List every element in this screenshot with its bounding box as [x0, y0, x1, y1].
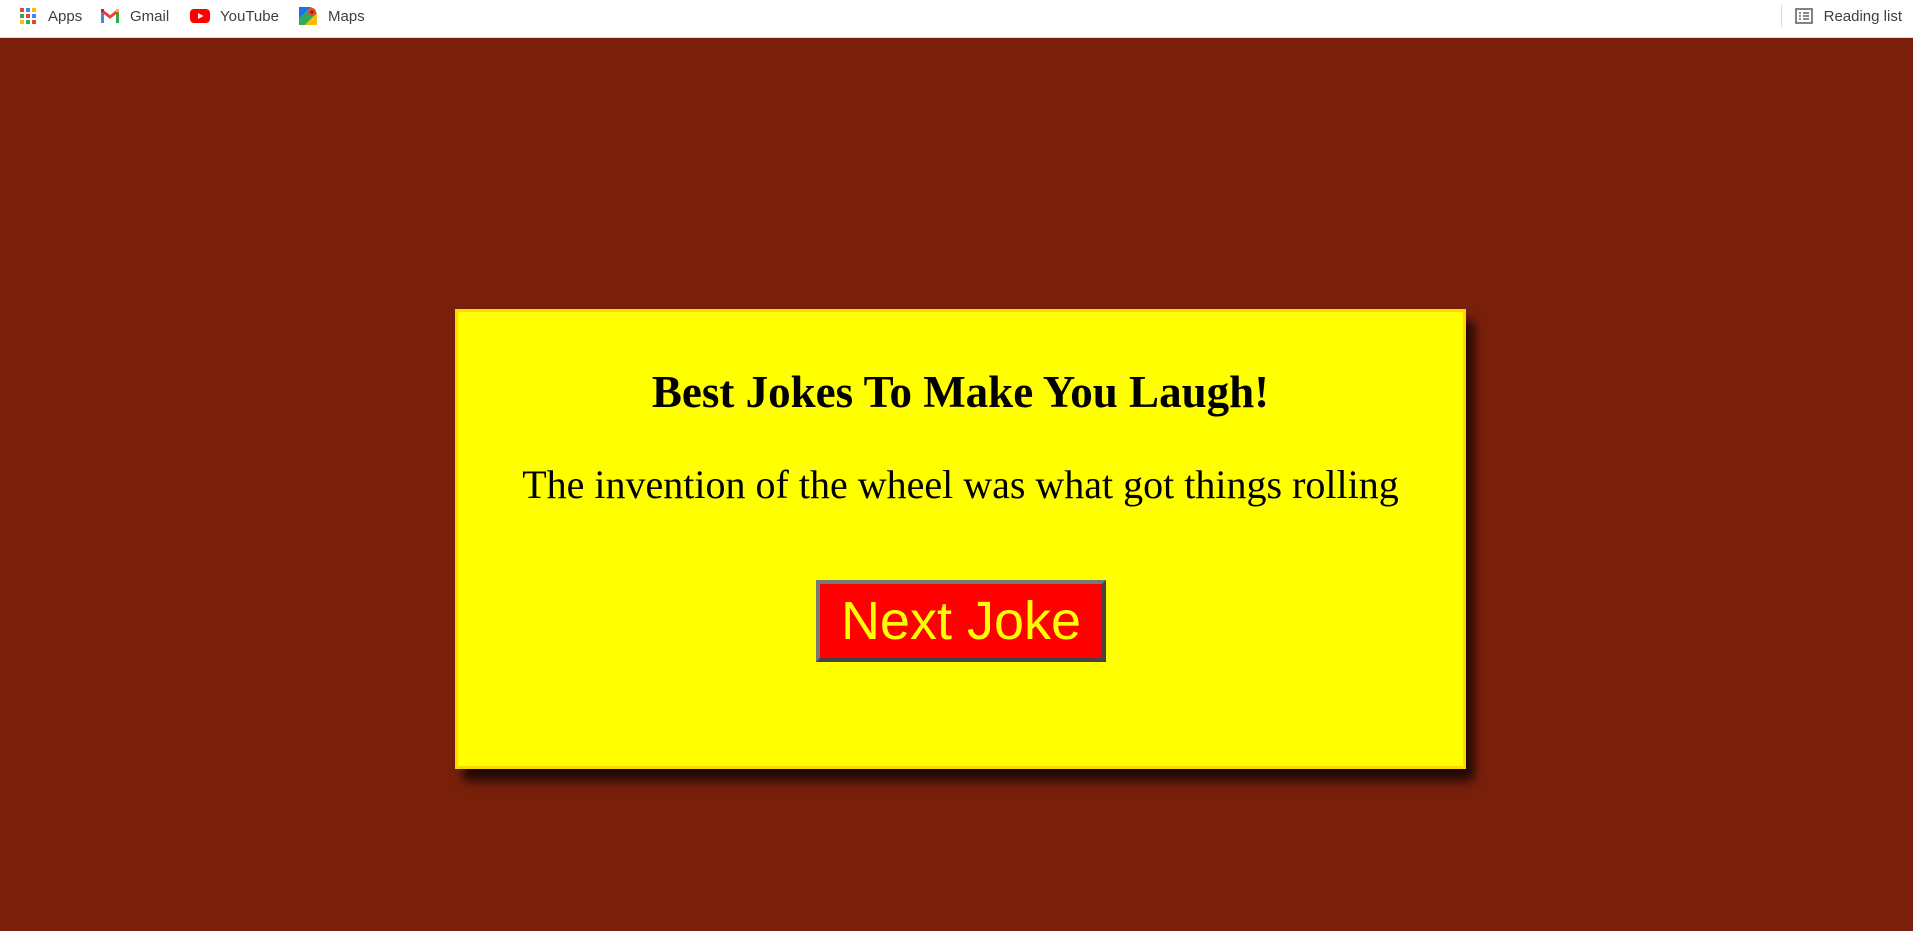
- joke-text: The invention of the wheel was what got …: [522, 462, 1399, 507]
- maps-icon: [298, 6, 318, 26]
- reading-list-button[interactable]: Reading list: [1794, 0, 1902, 32]
- apps-grid-icon: [18, 6, 38, 26]
- bookmark-youtube[interactable]: YouTube: [190, 0, 279, 32]
- reading-list-icon: [1794, 6, 1814, 26]
- joke-card: Best Jokes To Make You Laugh! The invent…: [455, 309, 1466, 769]
- bookmarks-divider: [1781, 5, 1782, 27]
- youtube-icon: [190, 6, 210, 26]
- bookmark-label: YouTube: [220, 7, 279, 25]
- bookmark-label: Maps: [328, 7, 365, 25]
- bookmark-label: Gmail: [130, 7, 170, 25]
- reading-list-label: Reading list: [1823, 7, 1902, 25]
- bookmarks-bar: Apps Gmail YouTube Maps Reading list: [0, 0, 1913, 38]
- bookmark-label: Apps: [48, 7, 83, 25]
- bookmark-maps[interactable]: Maps: [298, 0, 365, 32]
- next-joke-button[interactable]: Next Joke: [816, 580, 1106, 662]
- page-title: Best Jokes To Make You Laugh!: [651, 367, 1270, 417]
- gmail-icon: [100, 6, 120, 26]
- bookmark-apps[interactable]: Apps: [18, 0, 82, 32]
- bookmark-gmail[interactable]: Gmail: [100, 0, 169, 32]
